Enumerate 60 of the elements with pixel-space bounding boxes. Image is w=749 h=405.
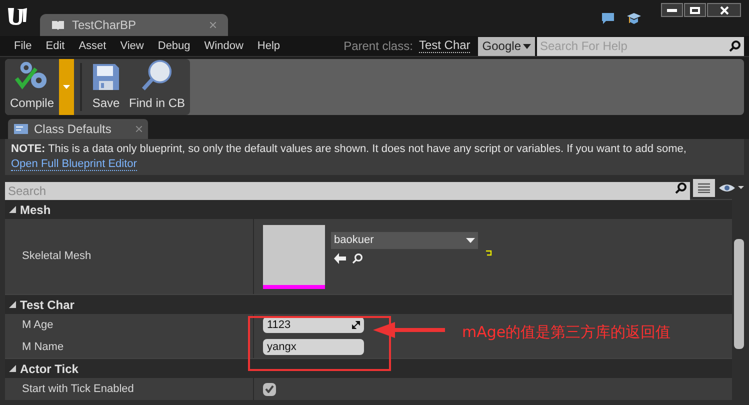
defaults-icon: [14, 124, 28, 134]
menu-item[interactable]: Window: [204, 38, 244, 54]
check-icon: [265, 385, 274, 393]
document-tab[interactable]: TestCharBP: [40, 14, 228, 36]
category-header[interactable]: Test Char: [5, 294, 732, 314]
menu-item[interactable]: Debug: [158, 38, 190, 54]
maximize-button[interactable]: [684, 3, 706, 17]
view-options-button[interactable]: [693, 179, 715, 197]
caret-icon: [466, 238, 475, 243]
compile-button[interactable]: Compile: [7, 59, 58, 115]
expanded-triangle-icon: [9, 365, 16, 372]
property-label: M Name: [22, 340, 64, 355]
graduation-cap-icon[interactable]: [627, 12, 641, 25]
parent-class-link[interactable]: Test Char: [418, 39, 470, 53]
text-field[interactable]: yangx: [263, 339, 364, 355]
parent-class-label: Parent class:: [344, 38, 413, 55]
search-icon: [729, 40, 741, 52]
menu-item[interactable]: Edit: [46, 38, 65, 54]
resize-arrows-icon: [352, 321, 360, 329]
property-label: Start with Tick Enabled: [22, 382, 134, 397]
menu-item[interactable]: Help: [257, 38, 280, 54]
annotation-text: mAge的值是第三方库的返回值: [462, 322, 671, 343]
minimize-button[interactable]: [661, 3, 683, 17]
category-header[interactable]: Mesh: [5, 199, 732, 219]
close-icon: [720, 6, 728, 14]
property-label: M Age: [22, 318, 54, 333]
compile-options-button[interactable]: [59, 59, 74, 115]
save-button[interactable]: Save: [88, 59, 124, 115]
magnifier-icon: [140, 59, 174, 92]
list-icon: [698, 183, 710, 193]
category-header[interactable]: Actor Tick: [5, 358, 732, 378]
menu-item[interactable]: File: [14, 38, 32, 54]
checkbox[interactable]: [263, 382, 276, 396]
menu-item[interactable]: Asset: [78, 38, 106, 54]
chat-bubble-icon[interactable]: [601, 12, 615, 25]
search-provider-dropdown[interactable]: Google: [478, 36, 535, 56]
caret-icon: [523, 44, 531, 48]
panel-tab[interactable]: Class Defaults: [8, 119, 148, 139]
search-icon[interactable]: [352, 253, 363, 264]
scrollbar[interactable]: [734, 239, 744, 349]
thumbnail-placeholder: [263, 225, 325, 289]
note-text: NOTE: This is a data only blueprint, so only the default values are shown. It does not have any script or variables. If you want to add some,: [11, 142, 688, 157]
arrow-left-icon[interactable]: [334, 253, 346, 264]
expanded-triangle-icon: [9, 301, 16, 308]
caret-icon: [63, 85, 70, 89]
open-editor-link[interactable]: Open Full Blueprint Editor: [11, 158, 137, 171]
search-field[interactable]: Search: [5, 182, 690, 200]
number-field[interactable]: 1123: [263, 317, 364, 333]
menu-item[interactable]: View: [120, 38, 144, 54]
expanded-triangle-icon: [9, 206, 16, 213]
asset-dropdown[interactable]: baokuer: [331, 232, 478, 249]
find-button[interactable]: Find in CB: [126, 59, 188, 115]
blueprint-icon: [52, 20, 64, 30]
search-icon: [675, 182, 687, 194]
eye-dropdown-icon[interactable]: [718, 182, 744, 194]
property-label: Skeletal Mesh: [22, 249, 92, 264]
close-icon[interactable]: [136, 126, 142, 132]
close-button[interactable]: [707, 3, 741, 17]
engine-logo-icon: [6, 6, 28, 26]
annotation-arrow: [373, 322, 445, 338]
